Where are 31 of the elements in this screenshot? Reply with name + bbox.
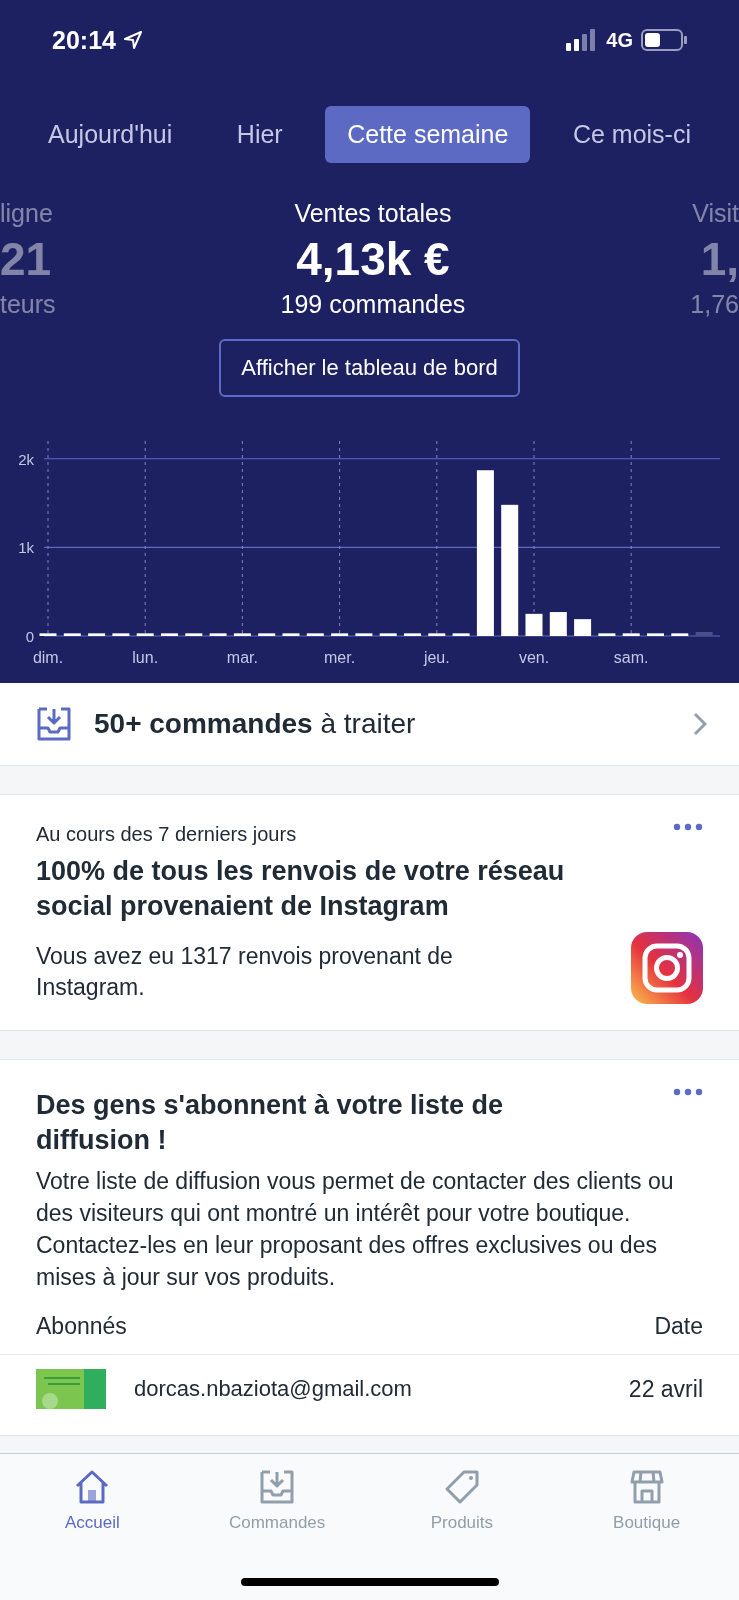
stat-label: Ventes totales bbox=[294, 199, 452, 228]
axis-label: lun. bbox=[132, 649, 159, 666]
card-title: Des gens s'abonnent à votre liste de diffusion ! bbox=[36, 1089, 505, 1158]
stat-subtitle: 1,76 bbox=[690, 290, 739, 319]
stat-value: 21 bbox=[0, 232, 52, 286]
axis-label: dim. bbox=[32, 649, 64, 666]
axis-label: mar. bbox=[226, 649, 258, 666]
orders-text: 50+ commandes à traiter bbox=[94, 708, 417, 740]
stat-subtitle: teurs bbox=[0, 290, 56, 319]
axis-label: 2k bbox=[18, 450, 34, 468]
stat-label: Visit bbox=[692, 199, 739, 228]
axis-label: jeu. bbox=[423, 649, 450, 666]
card-body: Votre liste de diffusion vous permet de contacter des clients ou des visiteurs qui ont montré un intérêt pour votre boutique. Contactez-les en leur proposant des offres exclusives ou des mises à jour sur vos produits. bbox=[36, 1167, 675, 1292]
axis-label: 1k bbox=[18, 539, 34, 557]
card-body: Vous avez eu 1317 renvois provenant de Instagram. bbox=[36, 941, 454, 1003]
subscriber-date: 22 avril bbox=[628, 1375, 703, 1403]
stat-value: 4,13k € bbox=[296, 232, 450, 286]
subscriber-email: dorcas.nbaziota@gmail.com bbox=[134, 1376, 413, 1403]
column-header: Abonnés bbox=[36, 1313, 127, 1341]
axis-label: mer. bbox=[324, 649, 356, 666]
network-type: 4G bbox=[606, 28, 633, 52]
card-eyebrow: Au cours des 7 derniers jours bbox=[36, 823, 297, 846]
card-title: 100% de tous les renvois de votre réseau social provenaient de Instagram bbox=[36, 855, 566, 924]
axis-label: ven. bbox=[518, 649, 550, 666]
column-header: Date bbox=[654, 1313, 703, 1341]
stat-subtitle: 199 commandes bbox=[280, 290, 466, 319]
status-time: 20:14 bbox=[52, 25, 116, 55]
axis-label: sam. bbox=[613, 649, 649, 666]
stat-label: ligne bbox=[0, 199, 53, 228]
axis-label: 0 bbox=[25, 628, 34, 645]
stat-value: 1, bbox=[700, 232, 739, 286]
